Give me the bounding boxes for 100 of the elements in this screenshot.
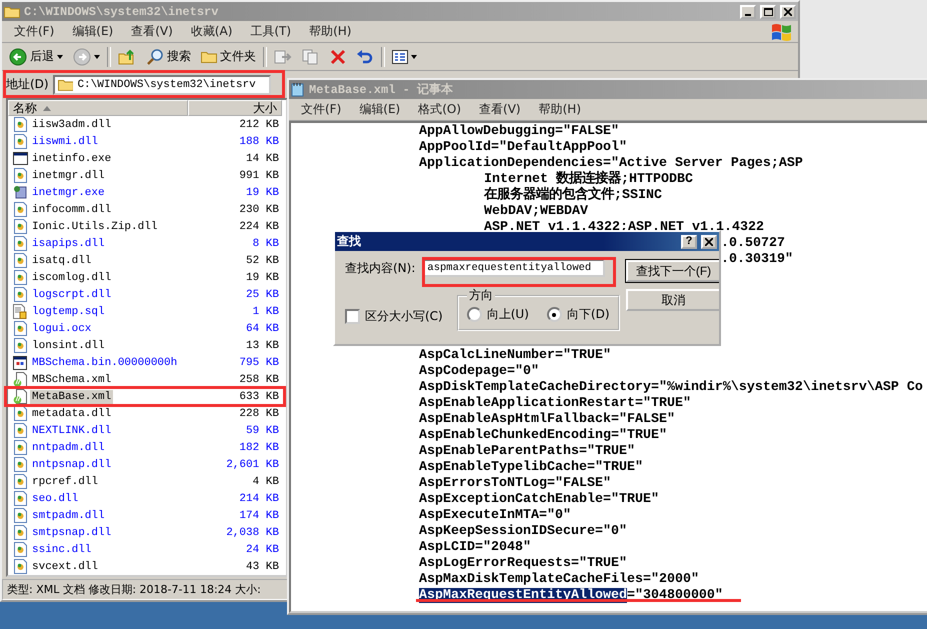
file-size: 43 KB	[246, 560, 279, 572]
dll-file-icon	[14, 270, 26, 285]
file-name[interactable]: rpcref.dll	[30, 474, 100, 488]
file-name[interactable]: ssinc.dll	[30, 542, 94, 556]
file-name[interactable]: Ionic.Utils.Zip.dll	[30, 220, 160, 234]
file-size: 1 KB	[252, 306, 279, 318]
file-size: 24 KB	[246, 544, 279, 556]
window-title: C:\WINDOWS\system32\inetsrv	[24, 4, 220, 18]
code-line: 在服务器端的包含文件;SSINC	[484, 188, 662, 203]
file-size: 230 KB	[239, 204, 279, 216]
file-name[interactable]: NEXTLINK.dll	[30, 424, 114, 438]
direction-radio[interactable]: 向下(D)	[546, 306, 610, 323]
file-name[interactable]: isapips.dll	[30, 236, 107, 250]
file-name[interactable]: nntpadm.dll	[30, 440, 107, 454]
file-name[interactable]: nntpsnap.dll	[30, 458, 114, 472]
window-file-icon	[12, 152, 28, 165]
direction-radio[interactable]: 向上(U)	[466, 306, 529, 323]
cancel-button[interactable]: 取消	[626, 289, 719, 311]
find-next-button[interactable]: 查找下一个(F)	[626, 260, 719, 282]
file-size: 182 KB	[239, 442, 279, 454]
help-button[interactable]: ?	[681, 234, 697, 248]
file-size: 19 KB	[246, 186, 279, 198]
match-case-checkbox[interactable]: 区分大小写(C)	[345, 308, 443, 324]
dll-file-icon	[14, 423, 26, 438]
dll-file-icon	[14, 491, 26, 506]
file-name[interactable]: MBSchema.xml	[30, 372, 114, 386]
menu-item[interactable]: 帮助(H)	[530, 99, 589, 120]
file-size: 19 KB	[246, 272, 279, 284]
address-label: 地址(D)	[6, 76, 49, 93]
find-field[interactable]: aspmaxrequestentityallowed	[423, 259, 606, 277]
file-name[interactable]: svcext.dll	[30, 560, 100, 574]
dll-file-icon	[14, 287, 26, 302]
file-name[interactable]: smtpsnap.dll	[30, 526, 114, 540]
window-title: MetaBase.xml - 记事本	[309, 82, 454, 98]
dll-file-icon	[14, 321, 26, 336]
code-line: AspEnableParentPaths="TRUE"	[419, 444, 635, 459]
maximize-button[interactable]	[760, 4, 776, 18]
menu-item[interactable]: 查看(V)	[123, 21, 181, 42]
file-name[interactable]: inetmgr.dll	[30, 168, 107, 182]
menu-item[interactable]: 格式(O)	[410, 99, 470, 120]
file-size: 8 KB	[252, 238, 279, 250]
menu-item[interactable]: 帮助(H)	[301, 21, 360, 42]
file-name[interactable]: metadata.dll	[30, 406, 114, 420]
views-button[interactable]	[389, 48, 420, 64]
menu-item[interactable]: 工具(T)	[242, 21, 300, 42]
notepad-icon	[291, 82, 305, 97]
file-name[interactable]: MBSchema.bin.00000000h	[30, 356, 180, 370]
close-icon	[784, 8, 792, 16]
minimize-icon	[745, 14, 751, 16]
file-name[interactable]: inetinfo.exe	[30, 152, 114, 166]
menu-item[interactable]: 收藏(A)	[182, 21, 240, 42]
menu-item[interactable]: 编辑(E)	[351, 99, 408, 120]
file-name[interactable]: MetaBase.xml	[30, 390, 114, 404]
folders-button[interactable]: 文件夹	[198, 47, 259, 66]
file-size: 2,601 KB	[226, 458, 279, 470]
code-line: .0.30319"	[721, 252, 793, 267]
file-size: 14 KB	[246, 152, 279, 164]
maximize-icon	[764, 8, 772, 16]
code-line: WebDAV;WEBDAV	[484, 204, 588, 219]
close-button[interactable]	[780, 4, 796, 18]
menu-item[interactable]: 查看(V)	[471, 99, 529, 120]
code-line: AspCodepage="0"	[419, 364, 539, 379]
search-button[interactable]: 搜索	[143, 46, 194, 66]
dll-file-icon	[14, 474, 26, 489]
file-name[interactable]: infocomm.dll	[30, 202, 114, 216]
code-line: AppPoolId="DefaultAppPool"	[419, 140, 627, 155]
file-name[interactable]: lonsint.dll	[30, 338, 107, 352]
file-name[interactable]: seo.dll	[30, 492, 80, 506]
file-name[interactable]: logtemp.sql	[30, 304, 107, 318]
file-name[interactable]: iiswmi.dll	[30, 134, 100, 148]
file-size: 64 KB	[246, 322, 279, 334]
file-name[interactable]: logscrpt.dll	[30, 288, 114, 302]
file-name[interactable]: smtpadm.dll	[30, 508, 107, 522]
code-line: AspLCID="2048"	[419, 540, 531, 555]
menu-item[interactable]: 文件(F)	[6, 21, 62, 42]
menu-item[interactable]: 文件(F)	[293, 99, 350, 120]
file-name[interactable]: isatq.dll	[30, 254, 94, 268]
file-size: 258 KB	[239, 374, 279, 386]
file-size: 2,038 KB	[226, 526, 279, 538]
minimize-button[interactable]	[740, 4, 756, 18]
dll-file-icon	[14, 338, 26, 353]
code-line: AspErrorsToNTLog="FALSE"	[419, 476, 611, 491]
file-name[interactable]: iscomlog.dll	[30, 270, 114, 284]
delete-icon	[330, 48, 346, 64]
script-file-icon	[13, 304, 27, 319]
menu-item[interactable]: 编辑(E)	[64, 21, 122, 42]
file-name[interactable]: iisw3adm.dll	[30, 118, 114, 132]
close-button[interactable]	[701, 234, 717, 248]
dll-file-icon	[14, 202, 26, 217]
file-size: 991 KB	[239, 170, 279, 182]
file-name[interactable]: inetmgr.exe	[30, 186, 107, 200]
address-field[interactable]: C:\WINDOWS\system32\inetsrv	[52, 74, 271, 94]
file-size: 25 KB	[246, 288, 279, 300]
file-name[interactable]: logui.ocx	[30, 322, 94, 336]
column-header[interactable]: 大小	[188, 100, 282, 116]
back-button[interactable]: 后退	[6, 46, 66, 66]
file-size: 228 KB	[239, 408, 279, 420]
file-size: 174 KB	[239, 510, 279, 522]
file-size: 224 KB	[239, 220, 279, 232]
column-header[interactable]: 名称	[8, 100, 188, 116]
